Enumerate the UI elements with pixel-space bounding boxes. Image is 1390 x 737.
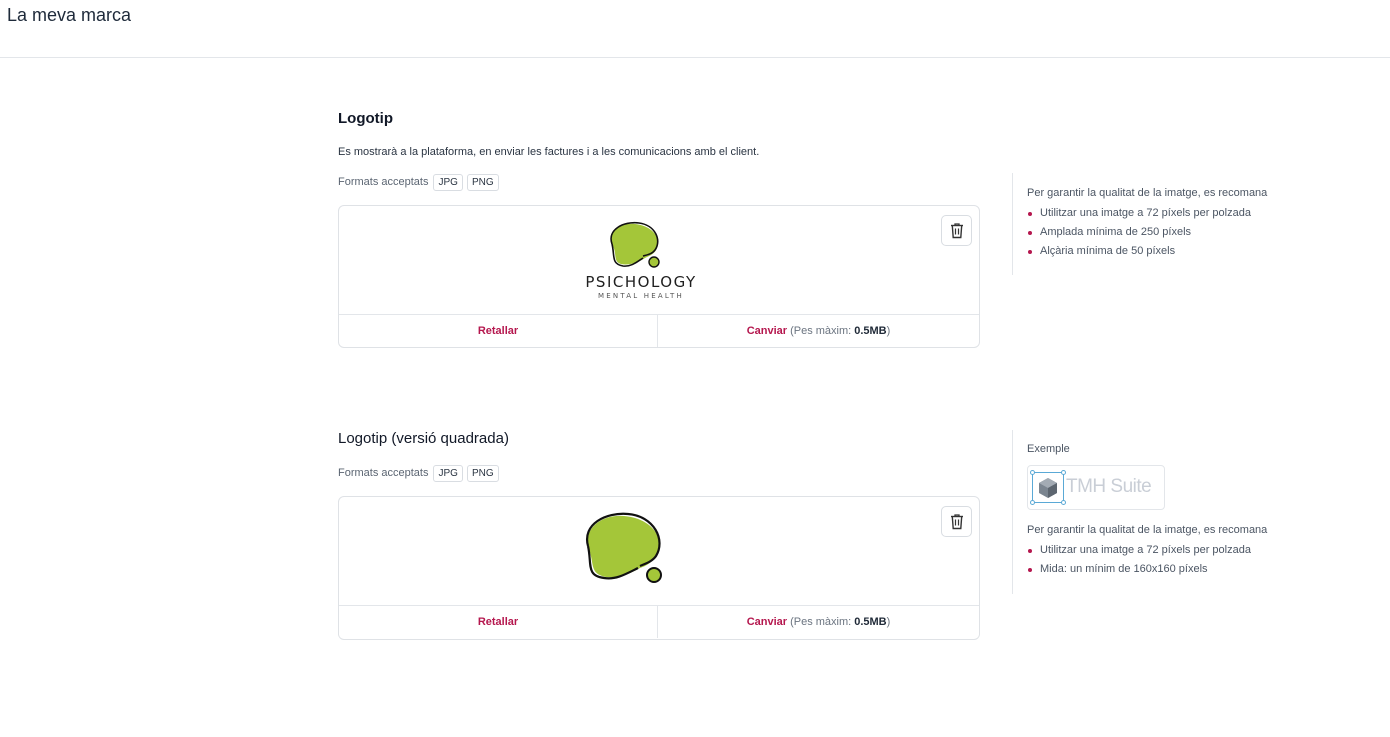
recommend-item: Utilitzar una imatge a 72 píxels per pol… <box>1027 541 1312 560</box>
change-label: Canviar <box>746 325 788 337</box>
example-logo-text: TMH Suite <box>1066 476 1152 497</box>
section-title: Logotip (versió quadrada) <box>338 430 509 447</box>
example-label: Exemple <box>1027 443 1070 455</box>
formats-label: Formats acceptats <box>338 467 429 479</box>
crop-logo-button[interactable]: Retallar <box>339 315 658 347</box>
page-header: La meva marca <box>0 0 1390 58</box>
crop-label: Retallar <box>477 616 519 628</box>
max-weight-suffix: ) <box>886 325 891 337</box>
accepted-formats: Formats acceptats JPG PNG <box>338 463 980 483</box>
format-chip-jpg: JPG <box>433 173 463 191</box>
max-weight-prefix: (Pes màxim: <box>790 325 852 337</box>
resize-handle <box>1061 500 1066 505</box>
logo-card: PSICHOLOGY MENTAL HEALTH Retallar Canvia… <box>338 205 980 348</box>
trash-icon <box>950 223 963 239</box>
recommend-text: Per garantir la qualitat de la imatge, e… <box>1027 187 1268 199</box>
accepted-formats: Formats acceptats JPG PNG <box>338 172 980 192</box>
cube-icon <box>1039 478 1057 498</box>
square-logo-section: Logotip (versió quadrada) Formats accept… <box>338 429 980 640</box>
formats-label: Formats acceptats <box>338 176 429 188</box>
page-title: La meva marca <box>7 5 132 25</box>
recommend-item: Amplada mínima de 250 píxels <box>1027 223 1312 242</box>
logo-preview: PSICHOLOGY MENTAL HEALTH <box>339 206 979 315</box>
recommend-text: Per garantir la qualitat de la imatge, e… <box>1027 524 1268 536</box>
resize-handle <box>1030 500 1035 505</box>
delete-logo-button[interactable] <box>941 215 972 246</box>
square-logo-card: Retallar Canviar (Pes màxim: 0.5MB ) <box>338 496 980 640</box>
max-weight-prefix: (Pes màxim: <box>790 616 852 628</box>
section-title: Logotip <box>338 110 393 127</box>
delete-square-logo-button[interactable] <box>941 506 972 537</box>
square-card-actions: Retallar Canviar (Pes màxim: 0.5MB ) <box>339 606 979 638</box>
trash-icon <box>950 514 963 530</box>
logo-card-actions: Retallar Canviar (Pes màxim: 0.5MB ) <box>339 315 979 347</box>
square-logo-recommendations: Exemple TMH Suite Per garantir la qualit… <box>1012 430 1312 594</box>
recommend-list: Utilitzar una imatge a 72 píxels per pol… <box>1027 541 1312 579</box>
psychology-logo: PSICHOLOGY MENTAL HEALTH <box>585 221 696 300</box>
format-chip-png: PNG <box>466 173 499 191</box>
max-weight-value: 0.5MB <box>854 616 887 628</box>
square-logo-preview <box>339 497 979 606</box>
recommend-item: Mida: un mínim de 160x160 píxels <box>1027 560 1312 579</box>
psychology-square-logo <box>585 512 662 583</box>
recommend-list: Utilitzar una imatge a 72 píxels per pol… <box>1027 204 1312 261</box>
change-square-logo-button[interactable]: Canviar (Pes màxim: 0.5MB ) <box>658 606 979 638</box>
max-weight-value: 0.5MB <box>854 325 887 337</box>
crop-label: Retallar <box>477 325 519 337</box>
logo-tagline: MENTAL HEALTH <box>598 292 684 300</box>
recommend-item: Alçària mínima de 50 píxels <box>1027 242 1312 261</box>
resize-handle <box>1030 470 1035 475</box>
recommend-item: Utilitzar una imatge a 72 píxels per pol… <box>1027 204 1312 223</box>
format-chip-jpg: JPG <box>433 464 463 482</box>
format-chip-png: PNG <box>466 464 499 482</box>
example-selection <box>1032 472 1064 503</box>
section-description: Es mostrarà a la plataforma, en enviar l… <box>338 146 760 158</box>
max-weight-suffix: ) <box>886 616 891 628</box>
logo-recommendations: Per garantir la qualitat de la imatge, e… <box>1012 173 1312 275</box>
logo-section: Logotip Es mostrarà a la plataforma, en … <box>338 109 980 348</box>
logo-wordmark: PSICHOLOGY <box>585 273 696 291</box>
change-logo-button[interactable]: Canviar (Pes màxim: 0.5MB ) <box>658 315 979 347</box>
example-image: TMH Suite <box>1027 465 1165 510</box>
crop-square-logo-button[interactable]: Retallar <box>339 606 658 638</box>
resize-handle <box>1061 470 1066 475</box>
change-label: Canviar <box>746 616 788 628</box>
